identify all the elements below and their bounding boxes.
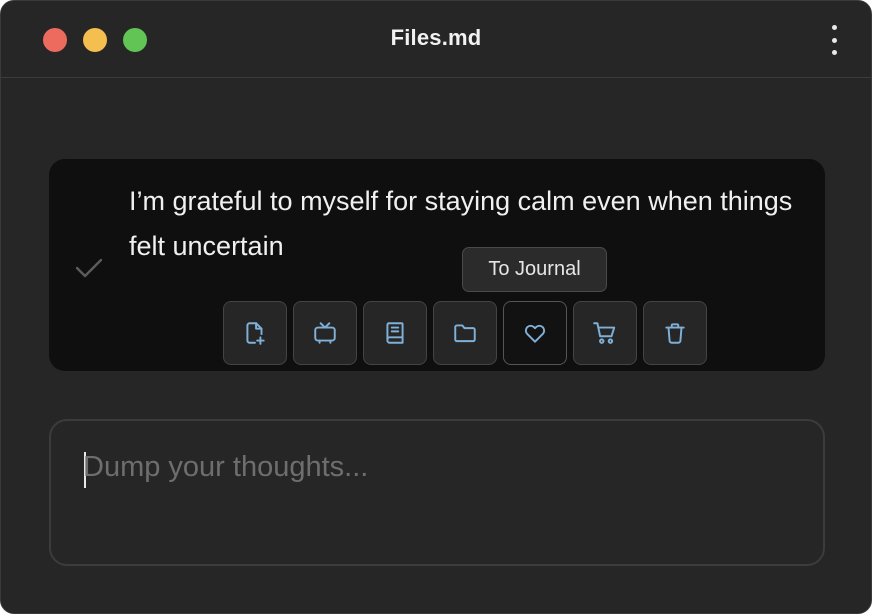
tv-icon xyxy=(314,322,336,344)
to-folder-button[interactable] xyxy=(433,301,497,365)
thoughts-input[interactable] xyxy=(83,447,783,537)
new-file-icon xyxy=(246,322,265,345)
folder-icon xyxy=(454,324,476,343)
app-window: Files.md I’m grateful to myself for stay… xyxy=(0,0,872,614)
book-icon xyxy=(386,322,404,344)
checkmark-icon[interactable] xyxy=(73,251,105,283)
kebab-dot xyxy=(831,50,837,55)
delete-button[interactable] xyxy=(643,301,707,365)
kebab-dot xyxy=(831,25,837,30)
entry-card[interactable]: I’m grateful to myself for staying calm … xyxy=(49,159,825,371)
cart-icon xyxy=(593,322,616,344)
action-tooltip: To Journal xyxy=(462,247,607,292)
to-journal-button[interactable] xyxy=(503,301,567,365)
to-shopping-button[interactable] xyxy=(573,301,637,365)
composer xyxy=(49,419,825,566)
to-watch-button[interactable] xyxy=(293,301,357,365)
trash-icon xyxy=(665,323,685,344)
kebab-dot xyxy=(831,37,837,43)
heart-icon xyxy=(524,324,546,343)
more-options-icon[interactable] xyxy=(825,25,843,55)
new-file-button[interactable] xyxy=(223,301,287,365)
entry-actions xyxy=(223,301,707,365)
to-read-button[interactable] xyxy=(363,301,427,365)
window-title: Files.md xyxy=(390,25,482,50)
title-bar: Files.md xyxy=(1,1,871,78)
